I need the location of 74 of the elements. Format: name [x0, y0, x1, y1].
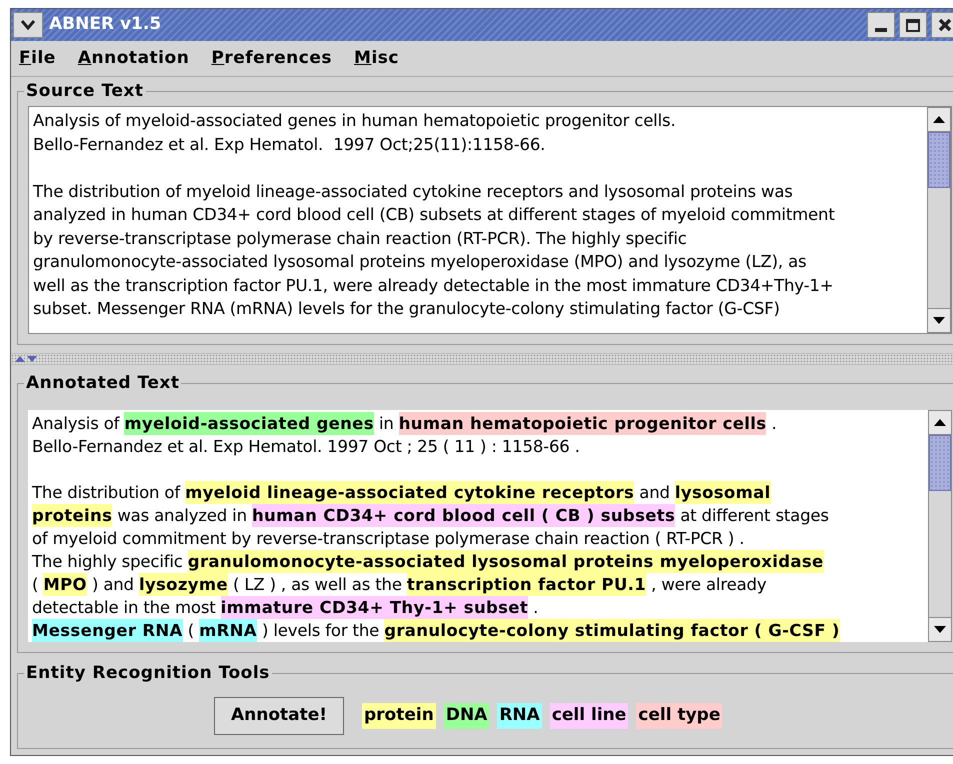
entity-highlight: mRNA [199, 619, 257, 642]
annotated-text: . [770, 413, 777, 435]
menu-item[interactable]: Annotation [78, 46, 190, 72]
up-arrow-icon [933, 116, 945, 123]
entity-highlight: MPO [43, 573, 87, 596]
minimize-button[interactable] [867, 12, 895, 38]
entity-highlight: myeloid lineage-associated cytokine receptors [185, 481, 634, 504]
collapse-up-icon[interactable] [15, 356, 25, 362]
window-title: ABNER v1.5 [49, 13, 162, 36]
entity-highlight: Messenger RNA [32, 619, 183, 642]
window-menu-button[interactable] [13, 12, 43, 38]
source-text-line: Analysis of myeloid-associated genes in human hematopoietic progenitor cells. [33, 110, 677, 132]
source-text-line: analyzed in human CD34+ cord blood cell (CB) subsets at different stages of myeloid commitment [33, 204, 836, 226]
maximize-icon [906, 18, 920, 32]
scroll-up-button[interactable] [928, 108, 950, 132]
maximize-button[interactable] [899, 12, 927, 38]
entity-highlight: lysosomal [674, 481, 771, 504]
source-text-line: by reverse-transcriptase polymerase chain reaction (RT-PCR). The highly specific [33, 228, 688, 250]
entity-highlight: immature CD34+ Thy-1+ subset [220, 596, 528, 619]
legend-label: RNA [497, 703, 542, 729]
annotated-text: ( [186, 620, 196, 642]
minimize-icon [875, 28, 887, 32]
scrollbar[interactable] [928, 410, 952, 642]
annotated-text: in [378, 413, 395, 435]
entity-highlight: human CD34+ cord blood cell ( CB ) subsets [252, 504, 676, 527]
entity-highlight: granulocyte-colony stimulating factor ( G-CSF ) [384, 619, 840, 642]
annotated-text: ( LZ ) , as well as the [232, 574, 403, 596]
source-text-line: granulomonocyte-associated lysosomal proteins myeloperoxidase (MPO) and lysozyme (LZ), as [33, 251, 808, 273]
annotated-text: Bello-Fernandez et al. Exp Hematol. 1997 Oct ; 25 ( 11 ) : 1158-66 . [32, 436, 580, 458]
annotated-text: , were already [650, 574, 766, 596]
entity-highlight: proteins [32, 504, 112, 527]
entity-highlight: transcription factor PU.1 [406, 573, 646, 596]
source-text-line: The distribution of myeloid lineage-associated cytokine receptors and lysosomal proteins was [33, 180, 794, 202]
annotated-text: and [638, 482, 671, 504]
entity-highlight: human hematopoietic progenitor cells [398, 412, 766, 435]
chevron-down-icon [21, 20, 35, 30]
scroll-thumb[interactable] [928, 132, 950, 188]
annotated-text: The distribution of [32, 482, 182, 504]
annotated-text: ) and [90, 574, 135, 596]
source-text-line: subset. Messenger RNA (mRNA) levels for the granulocyte-colony stimulating factor (G-CSF) [33, 298, 781, 320]
down-arrow-icon [934, 626, 946, 633]
close-icon [938, 18, 952, 32]
up-arrow-icon [934, 419, 946, 426]
annotated-text: . [532, 597, 538, 619]
annotate-button[interactable]: Annotate! [214, 697, 344, 735]
source-text-line: Bello-Fernandez et al. Exp Hematol. 1997 Oct;25(11):1158-66. [33, 134, 546, 156]
source-text-line: well as the transcription factor PU.1, were already detectable in the most immature CD34+Thy-1+ [33, 274, 834, 296]
annotated-text: was analyzed in [116, 505, 248, 527]
legend-label: DNA [444, 703, 490, 729]
scroll-up-button[interactable] [929, 411, 951, 435]
menu-item[interactable]: Misc [354, 46, 399, 72]
collapse-down-icon[interactable] [27, 356, 37, 362]
scrollbar[interactable] [927, 107, 951, 333]
legend-label: cell type [636, 703, 722, 729]
annotated-text: ( [32, 574, 40, 596]
down-arrow-icon [933, 317, 945, 324]
legend-label: protein [362, 703, 436, 729]
entity-highlight: granulomonocyte-associated lysosomal proteins myeloperoxidase [188, 550, 824, 573]
annotated-text: The highly specific [32, 551, 184, 573]
legend-label: cell line [550, 703, 628, 729]
scroll-down-button[interactable] [929, 617, 951, 641]
scroll-down-button[interactable] [928, 308, 950, 332]
annotated-text: ) levels for the [260, 620, 380, 642]
annotated-text: detectable in the most [32, 597, 217, 619]
menu-item[interactable]: File [19, 46, 56, 72]
annotated-text: at different stages [679, 505, 829, 527]
annotated-text: Analysis of [32, 413, 121, 435]
entity-highlight: lysozyme [138, 573, 228, 596]
close-button[interactable] [931, 12, 953, 38]
menu-item[interactable]: Preferences [211, 46, 332, 72]
group-title: Entity Recognition Tools [24, 662, 272, 684]
annotated-text: of myeloid commitment by reverse-transcriptase polymerase chain reaction ( RT-PCR ) . [32, 528, 744, 550]
entity-highlight: myeloid-associated genes [124, 412, 374, 435]
scroll-thumb[interactable] [929, 435, 951, 491]
